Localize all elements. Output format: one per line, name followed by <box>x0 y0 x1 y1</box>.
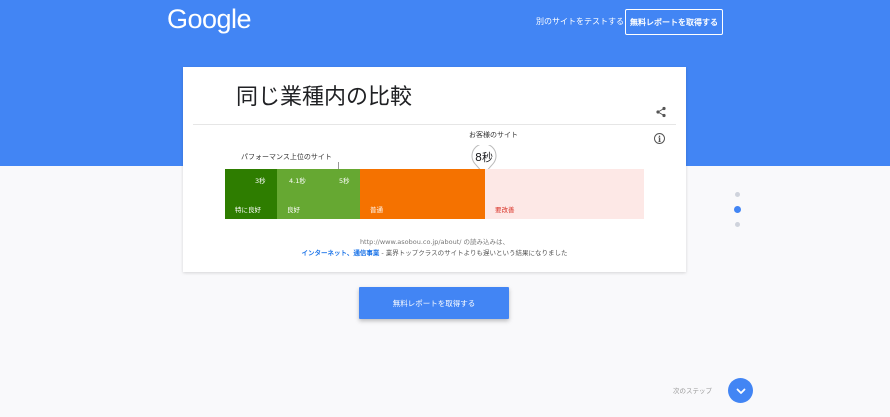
chevron-down-icon <box>736 388 745 394</box>
threshold-value: 5秒 <box>339 177 350 185</box>
pagination-dot-active[interactable] <box>734 206 741 213</box>
description-url: http://www.asobou.co.jp/about/ の読み込みは、 <box>359 238 510 246</box>
threshold-value: 4.1秒 <box>289 177 306 185</box>
get-report-header-button[interactable]: 無料レポートを取得する <box>625 9 723 35</box>
description-result: インターネット、通信事業 - 業界トップクラスのサイトよりも遅いという結果になり… <box>183 247 686 257</box>
next-step-button[interactable] <box>728 378 753 403</box>
customer-load-time: 8秒 <box>475 151 493 164</box>
segment-label: 要改善 <box>495 206 515 214</box>
pagination-dot[interactable] <box>735 222 740 227</box>
industry-link[interactable]: インターネット、通信事業 <box>301 249 379 257</box>
info-icon[interactable]: i <box>654 133 665 144</box>
description-text: - 業界トップクラスのサイトよりも遅いという結果になりました <box>379 249 568 257</box>
comparison-card: 同じ業種内の比較 i お客様のサイト 8秒 パフォーマンス上位のサイト 3秒 4… <box>183 67 686 272</box>
card-title: 同じ業種内の比較 <box>236 85 413 110</box>
share-icon[interactable] <box>655 106 667 118</box>
pagination-dot[interactable] <box>735 192 740 197</box>
customer-site-label: お客様のサイト <box>469 131 518 139</box>
get-report-button[interactable]: 無料レポートを取得する <box>359 287 509 319</box>
top-sites-label: パフォーマンス上位のサイト <box>241 153 332 161</box>
segment-label: 普通 <box>370 206 383 214</box>
segment-label: 特に良好 <box>235 206 261 214</box>
next-step-label: 次のステップ <box>673 387 712 395</box>
test-other-site-link[interactable]: 別のサイトをテストする <box>536 16 624 27</box>
google-logo[interactable]: Google <box>167 4 252 35</box>
threshold-value: 3秒 <box>255 177 266 185</box>
card-divider <box>193 124 676 125</box>
segment-label: 良好 <box>287 206 300 214</box>
